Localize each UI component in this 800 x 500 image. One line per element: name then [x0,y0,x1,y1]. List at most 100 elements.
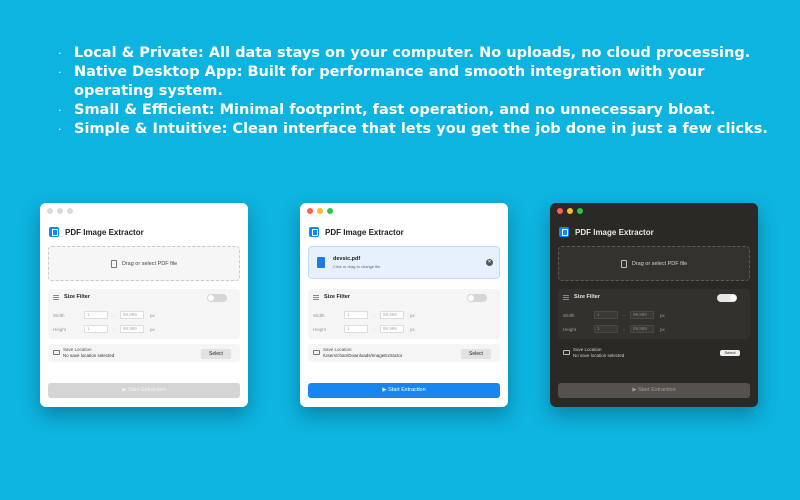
feature-list: · Local & Private: All data stays on your… [58,44,778,139]
height-label: Height [563,326,577,332]
minimize-dot[interactable] [317,208,323,214]
height-row: Height 1 - 99,999 px [563,325,665,333]
start-extraction-button[interactable]: ▶ Start Extraction [308,383,500,398]
sliders-icon [53,294,59,300]
height-label: Height [53,326,67,332]
bullet: · [58,123,62,136]
feature-item: · Native Desktop App: Built for performan… [58,64,705,99]
folder-icon [563,350,570,355]
feature-item: · Simple & Intuitive: Clean interface tha… [58,121,768,137]
save-location-value: /Users/chan/Downloads/ImageExtractor [323,353,403,358]
width-row: Width 1 - 99,999 px [53,311,155,319]
save-location-value: No save location selected [63,353,115,358]
range-separator: - [373,312,375,318]
size-filter-panel: Size Filter Width 1 - 99,999 px Height 1… [308,289,500,339]
window-controls[interactable] [47,208,73,214]
app-title: PDF Image Extractor [575,227,654,237]
save-location-row: Save Location /Users/chan/Downloads/Imag… [308,344,500,362]
bullet: · [58,66,62,79]
close-dot[interactable] [557,208,563,214]
width-row: Width 1 - 99,999 px [563,311,665,319]
range-separator: - [623,312,625,318]
width-label: Width [313,312,325,318]
width-min-input[interactable]: 1 [84,311,108,319]
size-filter-header: Size Filter [53,294,90,300]
sliders-icon [563,294,569,300]
height-max-input[interactable]: 99,999 [120,325,144,333]
close-dot[interactable] [47,208,53,214]
clear-file-icon[interactable]: ✕ [486,259,493,266]
save-location-label: Save Location [63,347,92,352]
range-separator: - [623,326,625,332]
pdf-dropzone[interactable]: Drag or select PDF file [558,246,750,281]
app-window-dark-empty: PDF Image Extractor Drag or select PDF f… [550,203,758,407]
width-label: Width [53,312,65,318]
size-filter-label: Size Filter [324,294,350,300]
width-max-input[interactable]: 99,999 [120,311,144,319]
selected-file-card[interactable]: devsic.pdf Click or drag to change file … [308,246,500,279]
file-hint: Click or drag to change file [333,264,381,269]
width-row: Width 1 - 99,999 px [313,311,415,319]
app-logo-icon [49,227,59,237]
pdf-dropzone[interactable]: Drag or select PDF file [48,246,240,281]
height-min-input[interactable]: 1 [594,325,618,333]
range-separator: - [113,326,115,332]
app-header: PDF Image Extractor [309,227,404,237]
zoom-dot[interactable] [67,208,73,214]
start-extraction-button[interactable]: ▶ Start Extraction [48,383,240,398]
app-title: PDF Image Extractor [65,227,144,237]
bullet: · [58,104,62,117]
feature-item: · Local & Private: All data stays on your… [58,45,751,61]
unit-label: px [150,326,155,332]
width-max-input[interactable]: 99,999 [630,311,654,319]
width-label: Width [563,312,575,318]
zoom-dot[interactable] [327,208,333,214]
size-filter-toggle[interactable] [467,294,487,302]
file-name: devsic.pdf [333,256,361,262]
range-separator: - [373,326,375,332]
save-location-label: Save Location [573,347,602,352]
size-filter-toggle[interactable] [717,294,737,302]
folder-icon [313,350,320,355]
width-max-input[interactable]: 99,999 [380,311,404,319]
save-location-row: Save Location No save location selected … [558,344,750,362]
app-window-light-empty: PDF Image Extractor Drag or select PDF f… [40,203,248,407]
zoom-dot[interactable] [577,208,583,214]
size-filter-label: Size Filter [64,294,90,300]
app-header: PDF Image Extractor [49,227,144,237]
width-min-input[interactable]: 1 [594,311,618,319]
width-min-input[interactable]: 1 [344,311,368,319]
height-row: Height 1 - 99,999 px [313,325,415,333]
range-separator: - [113,312,115,318]
unit-label: px [660,312,665,318]
save-location-label: Save Location [323,347,352,352]
app-header: PDF Image Extractor [559,227,654,237]
start-extraction-button[interactable]: ▶ Start Extraction [558,383,750,398]
height-max-input[interactable]: 99,999 [630,325,654,333]
select-location-button[interactable]: Select [201,349,231,359]
pdf-file-icon [317,257,325,268]
window-controls[interactable] [307,208,333,214]
height-label: Height [313,326,327,332]
height-row: Height 1 - 99,999 px [53,325,155,333]
file-icon [620,259,627,268]
close-dot[interactable] [307,208,313,214]
select-location-button[interactable]: Select [461,349,491,359]
size-filter-panel: Size Filter Width 1 - 99,999 px Height 1… [48,289,240,339]
minimize-dot[interactable] [57,208,63,214]
dropzone-label: Drag or select PDF file [121,260,178,267]
size-filter-panel: Size Filter Width 1 - 99,999 px Height 1… [558,289,750,339]
unit-label: px [410,326,415,332]
height-max-input[interactable]: 99,999 [380,325,404,333]
size-filter-header: Size Filter [563,294,600,300]
window-controls[interactable] [557,208,583,214]
height-min-input[interactable]: 1 [344,325,368,333]
height-min-input[interactable]: 1 [84,325,108,333]
sliders-icon [313,294,319,300]
minimize-dot[interactable] [567,208,573,214]
size-filter-toggle[interactable] [207,294,227,302]
select-location-button[interactable]: Select [720,350,740,356]
feature-item: · Small & Efficient: Minimal footprint, f… [58,102,716,118]
bullet: · [58,47,62,60]
save-location-row: Save Location No save location selected … [48,344,240,362]
